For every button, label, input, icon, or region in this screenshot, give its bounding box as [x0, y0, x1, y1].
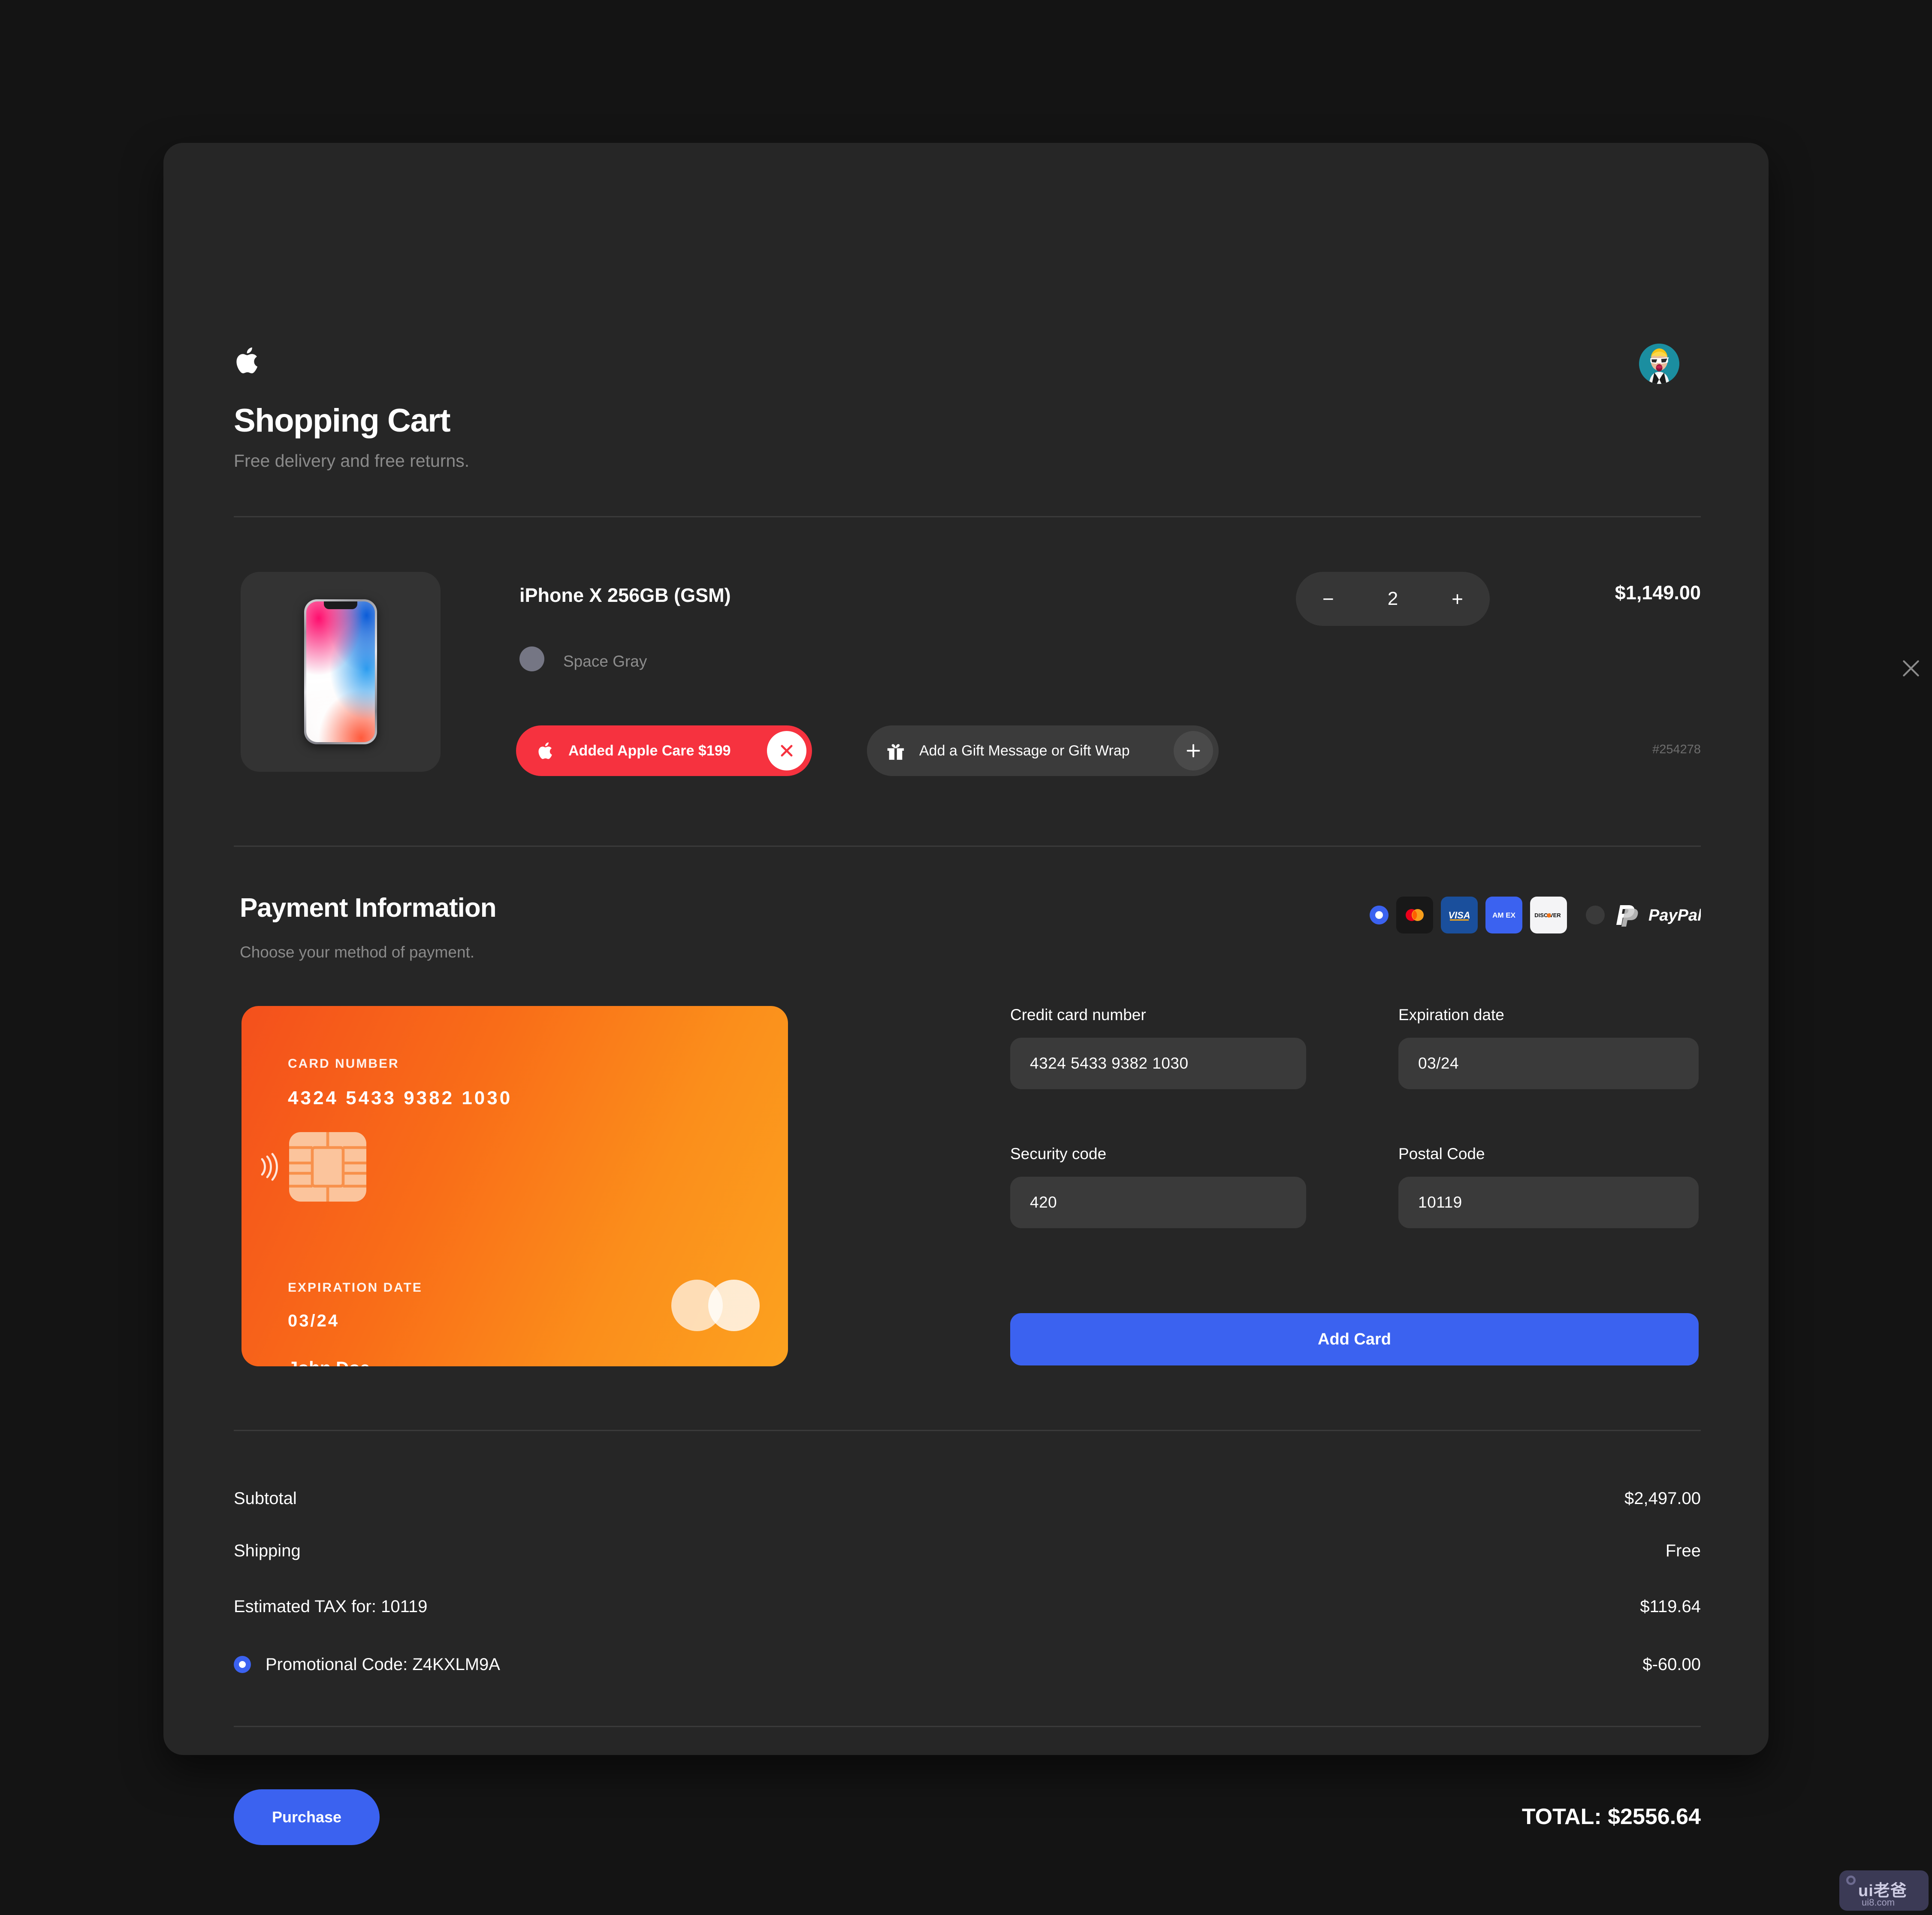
summary-value: $119.64 [1640, 1597, 1701, 1616]
page-subtitle: Free delivery and free returns. [234, 451, 470, 471]
summary-row-tax: Estimated TAX for: 10119 $119.64 [234, 1597, 1701, 1619]
watermark-sub: ui8.com [1862, 1897, 1895, 1908]
summary-label: Subtotal [234, 1489, 297, 1508]
color-label: Space Gray [563, 652, 647, 670]
product-name: iPhone X 256GB (GSM) [519, 584, 731, 606]
security-code-input[interactable]: 420 [1010, 1177, 1306, 1228]
paypal-icon: PayPal [1615, 903, 1701, 927]
payment-methods: VISA AM EX DISC VER PayPal [1323, 894, 1701, 936]
applecare-pill[interactable]: Added Apple Care $199 [516, 725, 812, 776]
svg-text:PayPal: PayPal [1648, 906, 1701, 924]
quantity-increase-button[interactable]: + [1452, 589, 1463, 609]
cc-expiration-value: 03/24 [288, 1311, 340, 1330]
summary-label: Shipping [234, 1541, 301, 1560]
page-root: Shopping Cart Free delivery and free ret… [0, 0, 1932, 1915]
payment-method-paypal[interactable]: PayPal [1586, 903, 1701, 927]
apple-logo-icon-small [537, 741, 553, 761]
page-title: Shopping Cart [234, 402, 451, 439]
item-id: #254278 [1652, 743, 1701, 756]
discover-icon[interactable]: DISC VER [1530, 897, 1567, 933]
product-price: $1,149.00 [1615, 582, 1701, 604]
cc-number-field-label: Credit card number [1010, 1006, 1146, 1024]
svg-text:AM EX: AM EX [1492, 911, 1516, 919]
cc-number-label: CARD NUMBER [288, 1057, 399, 1071]
postal-code-field-label: Postal Code [1398, 1145, 1485, 1163]
summary-row-subtotal: Subtotal $2,497.00 [234, 1489, 1701, 1511]
add-card-button[interactable]: Add Card [1010, 1313, 1699, 1365]
mastercard-icon[interactable] [1396, 897, 1433, 933]
summary-value: Free [1665, 1541, 1701, 1560]
payment-method-card-radio[interactable] [1370, 906, 1389, 924]
iphone-x-render [304, 599, 377, 744]
summary-row-promo: Promotional Code: Z4KXLM9A $-60.00 [234, 1655, 1701, 1677]
cc-expiration-label: EXPIRATION DATE [288, 1281, 423, 1295]
expiration-input-value: 03/24 [1418, 1054, 1459, 1072]
purchase-button[interactable]: Purchase [234, 1789, 380, 1845]
product-image [241, 572, 441, 772]
avatar[interactable] [1639, 344, 1679, 384]
gift-pill[interactable]: Add a Gift Message or Gift Wrap [867, 725, 1219, 776]
quantity-decrease-button[interactable]: − [1322, 589, 1334, 609]
watermark-dot-icon [1846, 1876, 1856, 1885]
amex-icon[interactable]: AM EX [1485, 897, 1522, 933]
expiration-input[interactable]: 03/24 [1398, 1038, 1699, 1089]
divider-top [234, 516, 1701, 517]
svg-text:VISA: VISA [1448, 910, 1470, 921]
watermark: ui老爸 ui8.com [1839, 1870, 1929, 1911]
postal-code-input-value: 10119 [1418, 1193, 1462, 1211]
summary-label: Promotional Code: Z4KXLM9A [266, 1655, 500, 1674]
credit-card-preview: CARD NUMBER 4324 5433 9382 1030 EXPIRATI… [242, 1006, 788, 1366]
shopping-cart-card: Shopping Cart Free delivery and free ret… [163, 143, 1919, 1845]
cc-number-input-value: 4324 5433 9382 1030 [1030, 1054, 1189, 1072]
visa-icon[interactable]: VISA [1441, 897, 1478, 933]
security-code-input-value: 420 [1030, 1193, 1057, 1211]
cc-brand-mark [671, 1280, 760, 1331]
summary-row-shipping: Shipping Free [234, 1541, 1701, 1564]
notch [324, 601, 357, 609]
cc-number-input[interactable]: 4324 5433 9382 1030 [1010, 1038, 1306, 1089]
divider-total [234, 1726, 1701, 1727]
apple-logo-icon [234, 346, 259, 376]
divider-payment [234, 846, 1701, 847]
divider-summary [234, 1430, 1701, 1431]
applecare-label: Added Apple Care $199 [568, 742, 731, 759]
chip-icon [288, 1130, 368, 1203]
summary-value: $2,497.00 [1624, 1489, 1701, 1508]
summary-value: $-60.00 [1642, 1655, 1701, 1674]
expiration-field-label: Expiration date [1398, 1006, 1504, 1024]
security-code-field-label: Security code [1010, 1145, 1107, 1163]
payment-subtitle: Choose your method of payment. [240, 943, 475, 961]
gift-label: Add a Gift Message or Gift Wrap [919, 742, 1130, 759]
quantity-stepper[interactable]: − 2 + [1296, 572, 1490, 626]
order-total: TOTAL: $2556.64 [1521, 1804, 1701, 1829]
remove-item-icon[interactable] [1900, 658, 1922, 679]
applecare-remove-button[interactable] [767, 731, 806, 770]
contactless-icon [259, 1152, 279, 1182]
gift-add-button[interactable] [1174, 731, 1213, 770]
quantity-value: 2 [1387, 588, 1398, 609]
payment-title: Payment Information [240, 893, 497, 923]
cc-number-value: 4324 5433 9382 1030 [288, 1087, 513, 1109]
postal-code-input[interactable]: 10119 [1398, 1177, 1699, 1228]
cc-holder-name: John Doe [288, 1358, 370, 1366]
gift-icon [886, 741, 906, 761]
summary-label: Estimated TAX for: 10119 [234, 1597, 428, 1616]
color-swatch[interactable] [519, 646, 544, 671]
payment-method-paypal-radio[interactable] [1586, 906, 1605, 924]
card-inner: Shopping Cart Free delivery and free ret… [234, 143, 1919, 1845]
